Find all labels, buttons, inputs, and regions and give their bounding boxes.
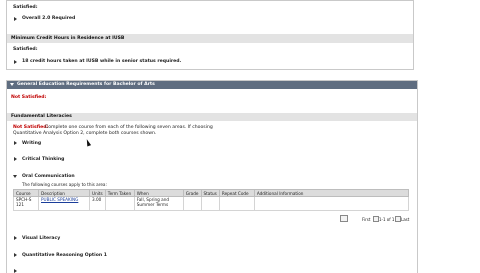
gen-ed-section: General Education Requirements for Bache… [6,80,418,273]
course-code: SPCH-S 121 [13,196,39,211]
gen-ed-title: General Education Requirements for Bache… [17,82,155,87]
table-row: SPCH-S 121 PUBLIC SPEAKING 3.00 Fall, Sp… [13,196,410,211]
residence-header: Minimum Credit Hours in Residence at IUS… [7,34,413,43]
course-term [104,196,135,211]
course-status [200,196,220,211]
col-status: Status [200,189,220,197]
gen-ed-status: Not Satisfied: [11,95,47,100]
instructions-line-2: Quantitative Analysis Option 2, complete… [13,131,157,136]
course-info [253,196,410,211]
table-nav: First 1-1 of 1 Last [340,215,412,223]
area-quant-option-1[interactable]: Quantitative Reasoning Option 1 [22,253,107,258]
fundamental-header: Fundamental Literacies [7,113,417,121]
satisfied-label-2: Satisfied: [13,47,38,52]
col-when: When [133,189,184,197]
residence-requirement[interactable]: 18 credit hours taken at IUSB while in s… [22,59,181,64]
expand-icon[interactable] [14,253,17,257]
nav-first[interactable]: First [362,217,370,222]
instructions-line-1: Complete one course from each of the fol… [45,125,213,130]
nav-range: 1-1 of 1 [379,217,395,222]
course-when: Fall, Spring and Summer Terms [133,196,184,211]
residence-section: Satisfied: Overall 2.0 Required Minimum … [6,0,414,70]
fundamental-status: Not Satisfied: [13,125,49,130]
area-critical-thinking[interactable]: Critical Thinking [22,157,64,162]
area-visual-literacy[interactable]: Visual Literacy [22,236,60,241]
table-header-row: Course Description Units Term Taken When… [13,189,410,197]
expand-icon[interactable] [14,141,17,145]
course-link[interactable]: PUBLIC SPEAKING [41,197,78,202]
collapse-icon[interactable] [10,83,14,86]
col-course: Course [13,189,39,197]
expand-icon[interactable] [14,17,17,21]
col-repeat: Repeat Code [218,189,255,197]
collapse-icon[interactable] [13,175,17,178]
area-oral-communication[interactable]: Oral Communication [22,174,75,179]
col-description: Description [38,189,90,197]
expand-icon[interactable] [14,157,17,161]
col-grade: Grade [182,189,202,197]
find-icon[interactable] [340,215,348,222]
nav-last[interactable]: Last [401,217,409,222]
col-info: Additional Information [253,189,410,197]
oral-note: The following courses apply to this area… [22,182,107,187]
satisfied-label-1: Satisfied: [13,5,38,10]
course-table: Course Description Units Term Taken When… [13,189,410,211]
gen-ed-header[interactable]: General Education Requirements for Bache… [7,81,417,89]
col-units: Units [89,189,106,197]
area-writing[interactable]: Writing [22,141,41,146]
course-grade [182,196,202,211]
course-units: 3.00 [89,196,106,211]
course-repeat [218,196,255,211]
expand-icon[interactable] [14,60,17,64]
col-term: Term Taken [104,189,135,197]
overall-requirement[interactable]: Overall 2.0 Required [22,16,75,21]
expand-icon[interactable] [14,236,17,240]
